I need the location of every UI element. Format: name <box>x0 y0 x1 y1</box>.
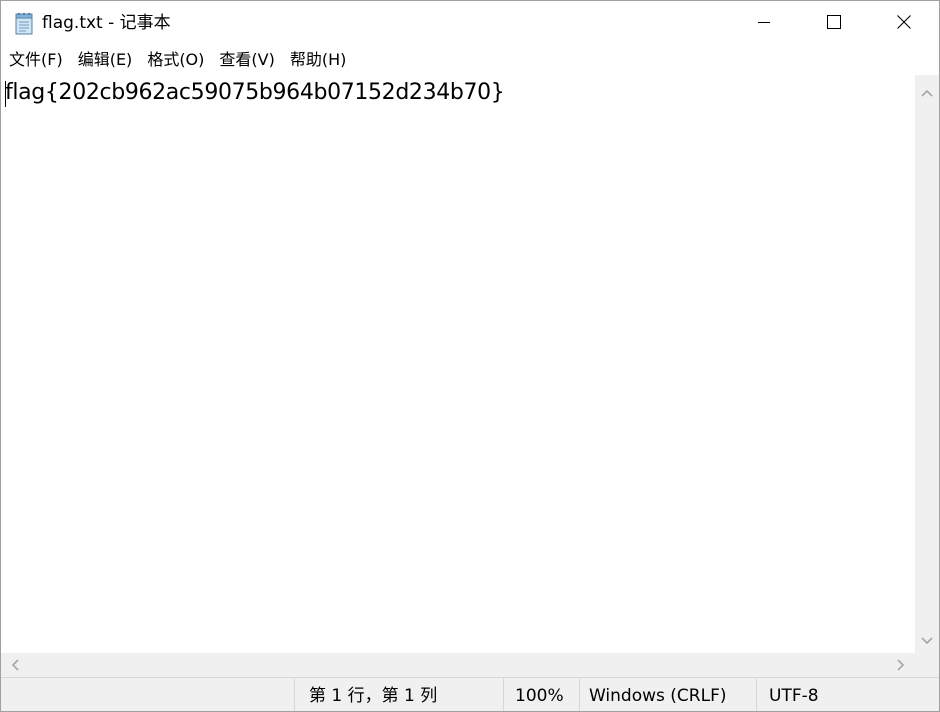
title-bar[interactable]: flag.txt - 记事本 <box>1 1 939 46</box>
status-cursor-position: 第 1 行，第 1 列 <box>294 678 503 711</box>
scroll-left-button[interactable] <box>3 653 27 677</box>
chevron-left-icon <box>11 656 19 675</box>
chevron-right-icon <box>897 656 905 675</box>
editor-content[interactable]: flag{202cb962ac59075b964b07152d234b70} <box>5 78 505 108</box>
scroll-up-button[interactable] <box>915 79 939 103</box>
menu-help[interactable]: 帮助(H) <box>282 46 354 74</box>
maximize-icon <box>826 14 842 34</box>
menu-format[interactable]: 格式(O) <box>139 46 211 74</box>
text-editor[interactable]: flag{202cb962ac59075b964b07152d234b70} <box>1 75 915 653</box>
minimize-icon <box>756 14 772 34</box>
minimize-button[interactable] <box>729 1 799 46</box>
menu-bar: 文件(F) 编辑(E) 格式(O) 查看(V) 帮助(H) <box>1 46 939 74</box>
chevron-down-icon <box>921 630 933 649</box>
maximize-button[interactable] <box>799 1 869 46</box>
scrollbar-corner <box>915 653 939 677</box>
text-caret <box>5 81 6 107</box>
scroll-down-button[interactable] <box>915 627 939 651</box>
status-line-ending: Windows (CRLF) <box>579 678 756 711</box>
menu-edit[interactable]: 编辑(E) <box>70 46 140 74</box>
notepad-icon[interactable] <box>13 11 35 35</box>
status-encoding: UTF-8 <box>756 678 939 711</box>
status-bar: 第 1 行，第 1 列 100% Windows (CRLF) UTF-8 <box>1 677 939 711</box>
close-icon <box>896 14 912 34</box>
scroll-right-button[interactable] <box>889 653 913 677</box>
horizontal-scrollbar[interactable] <box>1 653 915 677</box>
chevron-up-icon <box>921 82 933 101</box>
status-zoom: 100% <box>503 678 579 711</box>
close-button[interactable] <box>869 1 939 46</box>
menu-view[interactable]: 查看(V) <box>211 46 281 74</box>
notepad-window: flag.txt - 记事本 文件(F) 编辑(E) 格式(O) 查看(V) 帮… <box>0 0 940 712</box>
window-title: flag.txt - 记事本 <box>42 13 171 33</box>
vertical-scrollbar[interactable] <box>915 75 939 653</box>
menu-file[interactable]: 文件(F) <box>1 46 70 74</box>
